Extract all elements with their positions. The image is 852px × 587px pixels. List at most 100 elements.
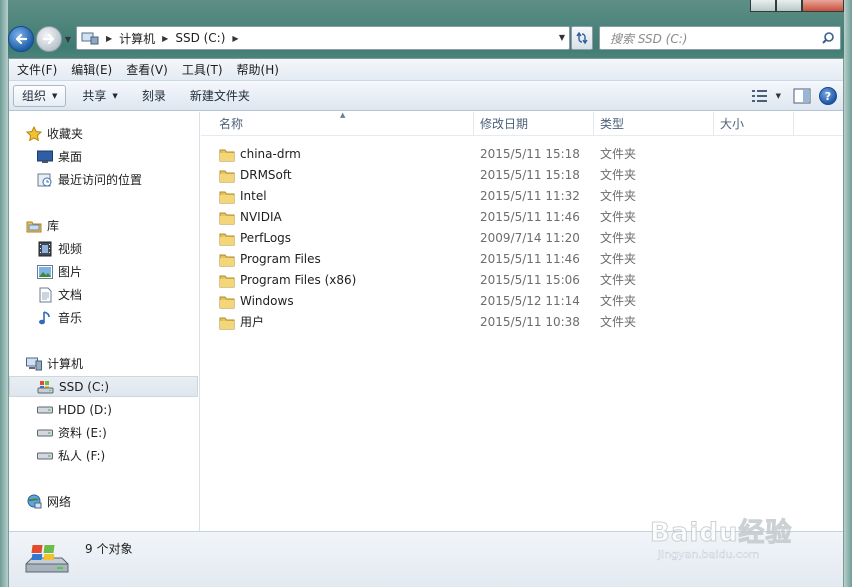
new-folder-button[interactable]: 新建文件夹 xyxy=(182,85,258,107)
chevron-down-icon: ▼ xyxy=(52,91,58,100)
file-modified: 2015/5/11 15:06 xyxy=(480,273,580,287)
breadcrumb-computer[interactable]: 计算机 xyxy=(119,30,155,47)
share-button[interactable]: 共享 ▼ xyxy=(74,85,125,107)
command-bar: 组织 ▼ 共享 ▼ 刻录 新建文件夹 ▼ ? xyxy=(9,81,843,111)
breadcrumb-separator[interactable]: ▶ xyxy=(106,34,112,43)
file-name-cell[interactable]: Windows xyxy=(219,291,294,312)
file-name-cell[interactable]: DRMSoft xyxy=(219,165,292,186)
nav-label: 网络 xyxy=(47,495,72,509)
help-button[interactable]: ? xyxy=(819,87,837,105)
nav-label: 私人 (F:) xyxy=(58,449,106,463)
file-row[interactable]: PerfLogs 2009/7/14 11:20 文件夹 xyxy=(201,228,843,249)
menu-tools[interactable]: 工具(T) xyxy=(175,59,230,81)
details-view-icon xyxy=(751,90,767,102)
file-type: 文件夹 xyxy=(600,315,637,329)
nav-drive-f[interactable]: 私人 (F:) xyxy=(9,445,199,466)
nav-videos[interactable]: 视频 xyxy=(9,238,199,259)
address-bar[interactable]: ▶ 计算机 ▶ SSD (C:) ▶ ▼ xyxy=(76,26,570,50)
search-icon[interactable] xyxy=(821,31,835,45)
file-name: PerfLogs xyxy=(240,231,292,245)
file-row[interactable]: Windows 2015/5/12 11:14 文件夹 xyxy=(201,291,843,312)
network-icon xyxy=(25,494,43,510)
minimize-button[interactable] xyxy=(750,0,776,12)
maximize-button[interactable] xyxy=(776,0,802,12)
window-border-left xyxy=(0,0,8,587)
file-list: ▲ 名称 修改日期 类型 大小 china-drm 2015/5/11 15:18… xyxy=(201,111,843,531)
nav-drive-c[interactable]: SSD (C:) xyxy=(9,376,198,397)
file-row[interactable]: Program Files (x86) 2015/5/11 15:06 文件夹 xyxy=(201,270,843,291)
refresh-icon xyxy=(576,31,588,45)
nav-libraries[interactable]: 库 xyxy=(9,215,199,236)
folder-icon xyxy=(219,233,235,245)
chevron-down-icon[interactable]: ▼ xyxy=(776,92,781,100)
column-type[interactable]: 类型 xyxy=(594,112,714,136)
file-name-cell[interactable]: Program Files xyxy=(219,249,321,270)
navigation-pane: 收藏夹 桌面 最近访问的位置 库 视频 图片 文档 音乐 计算机 SSD (C:… xyxy=(9,112,200,531)
nav-label: 文档 xyxy=(58,288,83,302)
burn-button[interactable]: 刻录 xyxy=(134,85,174,107)
file-name-cell[interactable]: china-drm xyxy=(219,144,301,165)
nav-music[interactable]: 音乐 xyxy=(9,307,199,328)
hard-drive-icon xyxy=(36,402,54,418)
nav-drive-d[interactable]: HDD (D:) xyxy=(9,399,199,420)
watermark-logo: Baidu经验 xyxy=(649,518,793,549)
hard-drive-icon xyxy=(36,425,54,441)
address-row: ▼ ▶ 计算机 ▶ SSD (C:) ▶ ▼ 搜索 SSD (C:) xyxy=(0,22,852,56)
file-name: NVIDIA xyxy=(240,210,282,224)
folder-icon xyxy=(219,296,235,308)
nav-favorites[interactable]: 收藏夹 xyxy=(9,123,199,144)
file-name-cell[interactable]: Intel xyxy=(219,186,267,207)
file-name-cell[interactable]: PerfLogs xyxy=(219,228,291,249)
nav-desktop[interactable]: 桌面 xyxy=(9,146,199,167)
menu-view[interactable]: 查看(V) xyxy=(119,59,175,81)
file-row[interactable]: Intel 2015/5/11 11:32 文件夹 xyxy=(201,186,843,207)
nav-documents[interactable]: 文档 xyxy=(9,284,199,305)
share-label: 共享 xyxy=(82,89,107,103)
close-button[interactable] xyxy=(802,0,844,12)
breadcrumb-drive[interactable]: SSD (C:) xyxy=(175,31,225,45)
nav-recent-places[interactable]: 最近访问的位置 xyxy=(9,169,199,190)
file-name: DRMSoft xyxy=(240,168,292,182)
breadcrumb-separator[interactable]: ▶ xyxy=(162,34,168,43)
library-icon xyxy=(25,218,43,234)
file-row[interactable]: china-drm 2015/5/11 15:18 文件夹 xyxy=(201,144,843,165)
menu-help[interactable]: 帮助(H) xyxy=(230,59,286,81)
nav-label: 图片 xyxy=(58,265,83,279)
file-name-cell[interactable]: Program Files (x86) xyxy=(219,270,356,291)
menu-edit[interactable]: 编辑(E) xyxy=(64,59,119,81)
search-input[interactable]: 搜索 SSD (C:) xyxy=(599,26,841,50)
column-name[interactable]: 名称 xyxy=(213,112,474,136)
file-row[interactable]: DRMSoft 2015/5/11 15:18 文件夹 xyxy=(201,165,843,186)
file-row[interactable]: NVIDIA 2015/5/11 11:46 文件夹 xyxy=(201,207,843,228)
menu-file[interactable]: 文件(F) xyxy=(9,59,64,81)
nav-network[interactable]: 网络 xyxy=(9,491,199,512)
nav-pictures[interactable]: 图片 xyxy=(9,261,199,282)
column-modified[interactable]: 修改日期 xyxy=(474,112,594,136)
file-row[interactable]: Program Files 2015/5/11 11:46 文件夹 xyxy=(201,249,843,270)
nav-drive-e[interactable]: 资料 (E:) xyxy=(9,422,199,443)
nav-label: 库 xyxy=(47,219,60,233)
organize-button[interactable]: 组织 ▼ xyxy=(13,84,67,107)
video-icon xyxy=(36,241,54,257)
file-name-cell[interactable]: NVIDIA xyxy=(219,207,282,228)
back-button[interactable] xyxy=(8,26,34,52)
file-type: 文件夹 xyxy=(600,147,637,161)
forward-button[interactable] xyxy=(36,26,62,52)
search-placeholder: 搜索 SSD (C:) xyxy=(610,31,688,46)
file-type: 文件夹 xyxy=(600,252,637,266)
nav-computer[interactable]: 计算机 xyxy=(9,353,199,374)
refresh-button[interactable] xyxy=(571,26,593,50)
watermark-url: jingyan.baidu.com xyxy=(658,548,760,561)
change-view-button[interactable]: ▼ xyxy=(748,90,785,102)
preview-pane-icon[interactable] xyxy=(793,88,811,104)
recent-pages-dropdown[interactable]: ▼ xyxy=(63,34,73,44)
file-name-cell[interactable]: 用户 xyxy=(219,312,264,333)
breadcrumb-separator[interactable]: ▶ xyxy=(232,34,238,43)
file-row[interactable]: 用户 2015/5/11 10:38 文件夹 xyxy=(201,312,843,333)
file-type: 文件夹 xyxy=(600,273,637,287)
file-modified: 2015/5/11 11:46 xyxy=(480,210,580,224)
nav-label: 资料 (E:) xyxy=(58,426,107,440)
column-header: ▲ 名称 修改日期 类型 大小 xyxy=(201,111,843,136)
chevron-down-icon[interactable]: ▼ xyxy=(559,33,565,42)
column-size[interactable]: 大小 xyxy=(714,112,794,136)
